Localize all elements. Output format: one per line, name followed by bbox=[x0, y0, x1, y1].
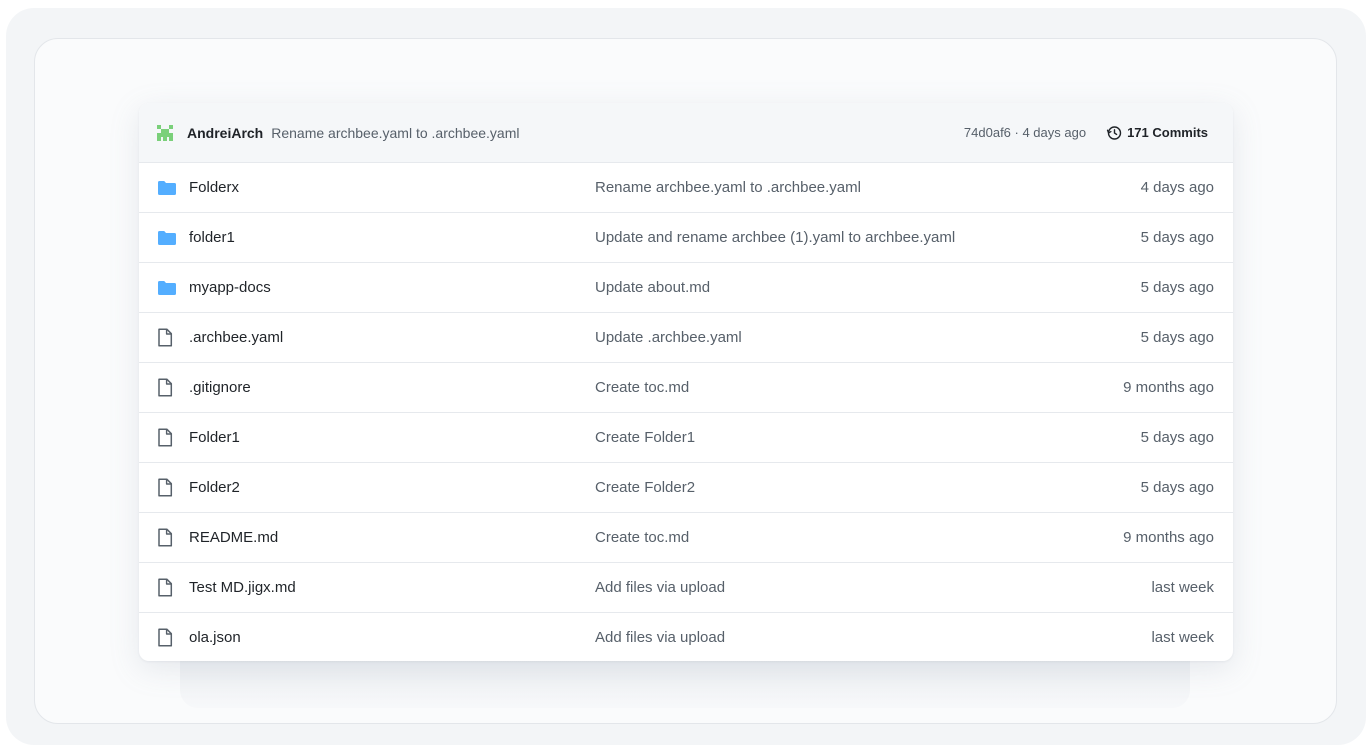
file-name-link[interactable]: Folder1 bbox=[189, 429, 595, 446]
last-commit-message-link[interactable]: Update .archbee.yaml bbox=[595, 329, 1094, 346]
file-name-link[interactable]: Folderx bbox=[189, 179, 595, 196]
file-icon bbox=[157, 627, 179, 647]
last-commit-message-link[interactable]: Update and rename archbee (1).yaml to ar… bbox=[595, 229, 1094, 246]
file-row[interactable]: .gitignore Create toc.md 9 months ago bbox=[139, 363, 1233, 413]
table-backdrop bbox=[180, 660, 1190, 708]
last-commit-date: last week bbox=[1151, 628, 1214, 646]
file-name-link[interactable]: .gitignore bbox=[189, 379, 595, 396]
last-commit-message-link[interactable]: Create toc.md bbox=[595, 529, 1094, 546]
last-commit-date: 5 days ago bbox=[1140, 279, 1214, 296]
file-icon bbox=[157, 528, 179, 548]
file-list: Folderx Rename archbee.yaml to .archbee.y… bbox=[139, 163, 1233, 661]
folder-icon bbox=[157, 178, 179, 198]
last-commit-message-link[interactable]: Add files via upload bbox=[595, 629, 1094, 646]
file-row[interactable]: Folderx Rename archbee.yaml to .archbee.y… bbox=[139, 163, 1233, 213]
repo-file-table: AndreiArch Rename archbee.yaml to .archb… bbox=[139, 103, 1233, 661]
file-row[interactable]: README.md Create toc.md 9 months ago bbox=[139, 513, 1233, 563]
last-commit-message-link[interactable]: Add files via upload bbox=[595, 579, 1094, 596]
file-icon bbox=[157, 378, 179, 398]
file-name-link[interactable]: myapp-docs bbox=[189, 279, 595, 296]
folder-icon bbox=[157, 228, 179, 248]
file-icon bbox=[157, 428, 179, 448]
file-row[interactable]: .archbee.yaml Update .archbee.yaml 5 days … bbox=[139, 313, 1233, 363]
identicon-avatar[interactable] bbox=[153, 121, 177, 145]
last-commit-message-link[interactable]: Rename archbee.yaml to .archbee.yaml bbox=[595, 179, 1094, 196]
commit-hash-and-time[interactable]: 74d0af6 · 4 days ago bbox=[964, 125, 1086, 140]
last-commit-date: 4 days ago bbox=[1140, 179, 1214, 196]
history-icon bbox=[1106, 125, 1122, 140]
file-row[interactable]: myapp-docs Update about.md 5 days ago bbox=[139, 263, 1233, 313]
last-commit-date: 9 months ago bbox=[1123, 529, 1214, 546]
latest-commit-message[interactable]: Rename archbee.yaml to .archbee.yaml bbox=[271, 125, 519, 141]
file-icon bbox=[157, 328, 179, 348]
file-name-link[interactable]: Folder2 bbox=[189, 479, 595, 496]
commits-history-link[interactable]: 171 Commits bbox=[1106, 125, 1208, 141]
last-commit-date: last week bbox=[1151, 579, 1214, 596]
last-commit-date: 5 days ago bbox=[1140, 229, 1214, 246]
folder-icon bbox=[157, 278, 179, 298]
last-commit-date: 9 months ago bbox=[1123, 379, 1214, 396]
file-row[interactable]: Folder2 Create Folder2 5 days ago bbox=[139, 463, 1233, 513]
file-row[interactable]: Test MD.jigx.md Add files via upload last … bbox=[139, 563, 1233, 613]
file-name-link[interactable]: .archbee.yaml bbox=[189, 329, 595, 346]
file-icon bbox=[157, 478, 179, 498]
latest-commit-bar: AndreiArch Rename archbee.yaml to .archb… bbox=[139, 103, 1233, 163]
commits-count: 171 Commits bbox=[1127, 125, 1208, 140]
file-name-link[interactable]: README.md bbox=[189, 529, 595, 546]
file-row[interactable]: Folder1 Create Folder1 5 days ago bbox=[139, 413, 1233, 463]
file-icon bbox=[157, 578, 179, 598]
last-commit-date: 5 days ago bbox=[1140, 429, 1214, 446]
file-row[interactable]: ola.json Add files via upload last week bbox=[139, 613, 1233, 661]
last-commit-message-link[interactable]: Update about.md bbox=[595, 279, 1094, 296]
file-row[interactable]: folder1 Update and rename archbee (1).yam… bbox=[139, 213, 1233, 263]
file-name-link[interactable]: Test MD.jigx.md bbox=[189, 579, 595, 596]
last-commit-date: 5 days ago bbox=[1140, 329, 1214, 346]
file-name-link[interactable]: ola.json bbox=[189, 629, 595, 646]
file-name-link[interactable]: folder1 bbox=[189, 229, 595, 246]
last-commit-message-link[interactable]: Create Folder2 bbox=[595, 479, 1094, 496]
last-commit-date: 5 days ago bbox=[1140, 479, 1214, 496]
commit-author[interactable]: AndreiArch bbox=[187, 125, 263, 141]
last-commit-message-link[interactable]: Create Folder1 bbox=[595, 429, 1094, 446]
last-commit-message-link[interactable]: Create toc.md bbox=[595, 379, 1094, 396]
